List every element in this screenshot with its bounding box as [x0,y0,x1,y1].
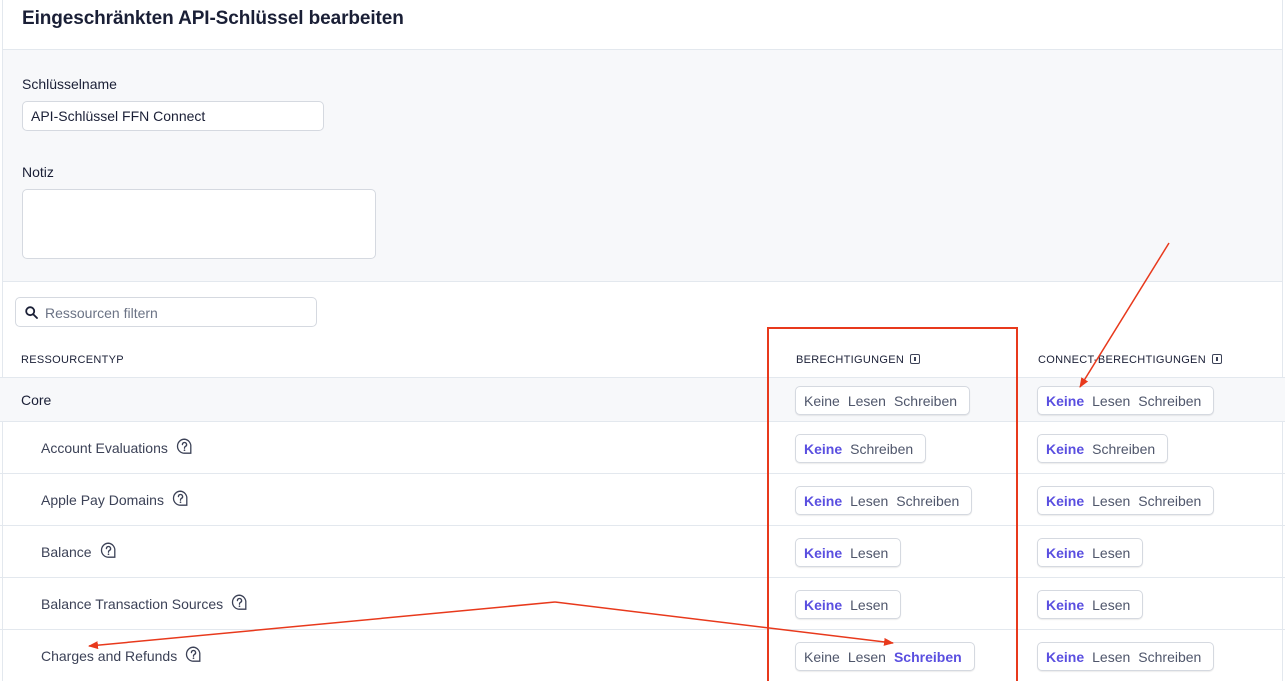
option-keine[interactable]: Keine [804,649,840,665]
info-icon[interactable] [910,354,921,364]
resource-row: Balance Transaction Sources Keine Lesen Kei… [0,577,1285,629]
resource-name: Apple Pay Domains [41,492,164,508]
connect-permission-selector[interactable]: Keine Lesen Schreiben [1037,486,1215,515]
option-schreiben[interactable]: Schreiben [1092,441,1155,457]
resource-filter-input[interactable]: Ressourcen filtern [15,297,317,327]
question-bubble-icon[interactable] [100,542,117,559]
resource-row: Apple Pay Domains Keine Lesen Schreiben Kein… [0,473,1285,525]
permission-selector[interactable]: Keine Lesen [795,590,902,619]
column-header-permissions: BERECHTIGUNGEN [796,354,921,366]
permission-selector[interactable]: Keine Schreiben [795,434,927,463]
option-lesen[interactable]: Lesen [850,545,888,561]
option-keine[interactable]: Keine [1046,393,1084,409]
connect-permission-selector[interactable]: Keine Lesen Schreiben [1037,386,1215,415]
option-schreiben[interactable]: Schreiben [850,441,913,457]
question-bubble-icon[interactable] [231,594,248,611]
option-keine[interactable]: Keine [804,545,842,561]
column-header-connect-permissions: CONNECT-BERECHTIGUNGEN [1038,354,1222,366]
option-lesen[interactable]: Lesen [1092,393,1130,409]
option-lesen[interactable]: Lesen [1092,649,1130,665]
option-keine[interactable]: Keine [804,493,842,509]
permission-selector[interactable]: Keine Lesen Schreiben [795,642,975,671]
option-lesen[interactable]: Lesen [850,493,888,509]
option-lesen[interactable]: Lesen [848,649,886,665]
connect-permission-selector[interactable]: Keine Lesen Schreiben [1037,642,1215,671]
key-form: Schlüsselname API-Schlüssel FFN Connect … [3,50,1282,282]
permission-selector[interactable]: Keine Lesen Schreiben [795,386,971,415]
page-header: Eingeschränkten API-Schlüssel bearbeiten [3,0,1282,50]
connect-permission-selector[interactable]: Keine Lesen [1037,590,1144,619]
search-placeholder: Ressourcen filtern [45,305,158,321]
option-keine[interactable]: Keine [804,441,842,457]
resource-name: Balance Transaction Sources [41,596,224,612]
option-lesen[interactable]: Lesen [1092,493,1130,509]
option-schreiben[interactable]: Schreiben [894,393,957,409]
option-lesen[interactable]: Lesen [848,393,886,409]
option-schreiben[interactable]: Schreiben [1138,649,1201,665]
question-bubble-icon[interactable] [176,438,193,455]
option-schreiben[interactable]: Schreiben [1138,393,1201,409]
note-textarea[interactable] [22,189,376,259]
resource-row: Balance Keine Lesen Keine Lesen [0,525,1285,577]
connect-permission-selector[interactable]: Keine Lesen [1037,538,1144,567]
question-bubble-icon[interactable] [172,490,189,507]
resource-group-row: Core Keine Lesen Schreiben Keine Lesen Schreib… [0,377,1285,421]
option-lesen[interactable]: Lesen [1092,545,1130,561]
search-icon [25,306,38,319]
resource-name: Account Evaluations [41,440,168,456]
key-name-input[interactable]: API-Schlüssel FFN Connect [22,101,324,131]
resource-name: Core [21,392,52,408]
info-icon[interactable] [1211,354,1222,364]
resource-row: Charges and Refunds Keine Lesen Schreiben Ke… [0,629,1285,681]
question-bubble-icon[interactable] [185,646,202,663]
key-name-label: Schlüsselname [22,76,117,92]
resource-name: Charges and Refunds [41,648,178,664]
resource-row: Account Evaluations Keine Schreiben Keine Sc… [0,421,1285,473]
option-lesen[interactable]: Lesen [1092,597,1130,613]
column-header-connect-permissions-label: CONNECT-BERECHTIGUNGEN [1038,354,1206,366]
option-keine[interactable]: Keine [804,393,840,409]
resource-name: Balance [41,544,92,560]
column-header-resource-type: RESSOURCENTYP [21,354,124,366]
option-keine[interactable]: Keine [1046,649,1084,665]
option-lesen[interactable]: Lesen [850,597,888,613]
option-schreiben[interactable]: Schreiben [896,493,959,509]
option-keine[interactable]: Keine [1046,597,1084,613]
permission-selector[interactable]: Keine Lesen Schreiben [795,486,973,515]
note-label: Notiz [22,164,54,180]
permission-selector[interactable]: Keine Lesen [795,538,902,567]
option-keine[interactable]: Keine [804,597,842,613]
column-header-permissions-label: BERECHTIGUNGEN [796,354,905,366]
page-title: Eingeschränkten API-Schlüssel bearbeiten [22,8,404,29]
option-schreiben[interactable]: Schreiben [1138,493,1201,509]
connect-permission-selector[interactable]: Keine Schreiben [1037,434,1169,463]
option-keine[interactable]: Keine [1046,545,1084,561]
option-keine[interactable]: Keine [1046,493,1084,509]
option-keine[interactable]: Keine [1046,441,1084,457]
option-schreiben[interactable]: Schreiben [894,649,962,665]
